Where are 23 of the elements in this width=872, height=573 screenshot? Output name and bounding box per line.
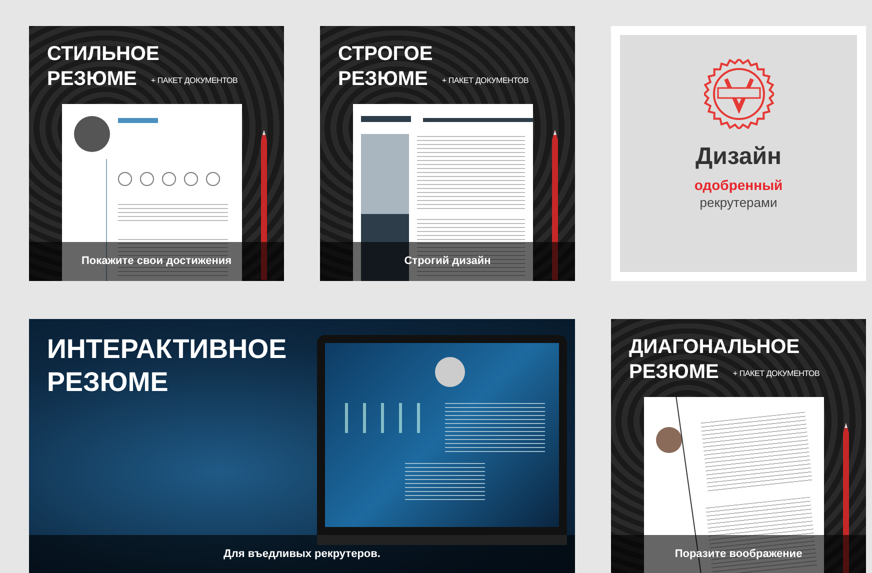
documents-tag: + ПАКЕТ ДОКУМЕНТОВ [442, 75, 529, 92]
card-title: РЕЗЮМЕ [47, 67, 137, 92]
promo-highlight: одобренный [694, 177, 783, 194]
card-caption: Поразите воображение [611, 535, 866, 573]
card-title: ДИАГОНАЛЬНОЕ [629, 335, 800, 360]
approved-stamp-icon [704, 59, 774, 129]
card-caption: Покажите свои достижения [29, 242, 284, 281]
card-title: РЕЗЮМЕ [338, 67, 428, 92]
documents-tag: + ПАКЕТ ДОКУМЕНТОВ [732, 368, 820, 385]
card-title: СТРОГОЕ [338, 42, 433, 67]
card-title: РЕЗЮМЕ [47, 366, 168, 399]
template-card[interactable]: СТРОГОЕ РЕЗЮМЕ + ПАКЕТ ДОКУМЕНТОВ Строгий дизайн [320, 26, 575, 281]
card-title: РЕЗЮМЕ [629, 360, 719, 385]
promo-subtext: рекрутерами [700, 194, 778, 211]
template-card[interactable]: ДИАГОНАЛЬНОЕ РЕЗЮМЕ + ПАКЕТ ДОКУМЕНТОВ Поразите воображение [611, 319, 866, 573]
card-title: СТИЛЬНОЕ [47, 42, 160, 67]
card-caption: Строгий дизайн [320, 242, 575, 281]
card-caption: Для въедливых рекрутеров. [29, 535, 575, 573]
template-card[interactable]: ИНТЕРАКТИВНОЕ РЕЗЮМЕ Для въедливых рекрутеров. [29, 319, 575, 573]
documents-tag: + ПАКЕТ ДОКУМЕНТОВ [150, 75, 238, 92]
template-card[interactable]: СТИЛЬНОЕ РЕЗЮМЕ + ПАКЕТ ДОКУМЕНТОВ Покажите свои достижения [29, 26, 284, 281]
promo-heading: Дизайн [695, 143, 782, 171]
card-title: ИНТЕРАКТИВНОЕ [47, 333, 287, 366]
